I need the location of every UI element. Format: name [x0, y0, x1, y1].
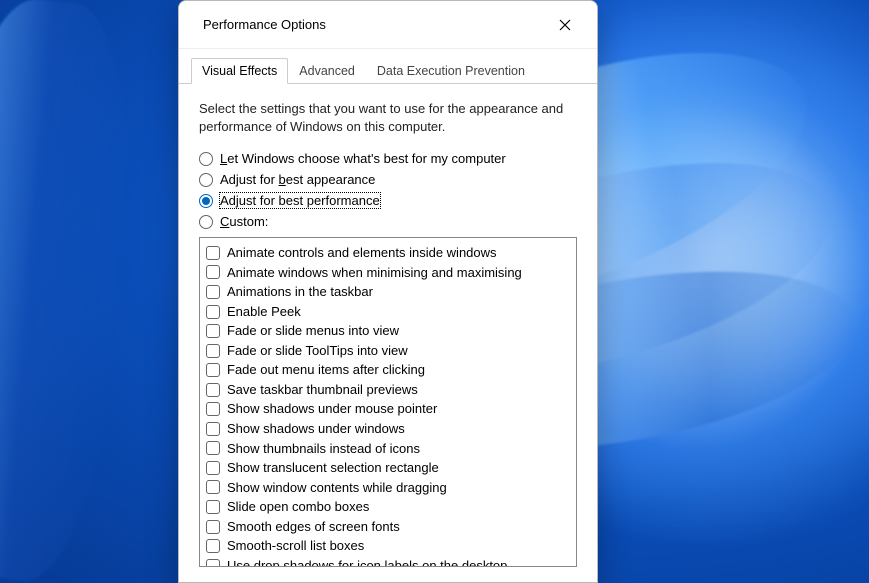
radio-label: Let Windows choose what's best for my co…: [220, 151, 506, 166]
effect-label: Animate windows when minimising and maxi…: [227, 264, 522, 282]
visual-effects-listbox[interactable]: Animate controls and elements inside win…: [199, 237, 577, 567]
effect-label: Smooth-scroll list boxes: [227, 537, 364, 555]
titlebar: Performance Options: [179, 1, 597, 49]
effect-row[interactable]: Show thumbnails instead of icons: [206, 439, 570, 459]
effect-row[interactable]: Smooth edges of screen fonts: [206, 517, 570, 537]
effect-row[interactable]: Fade or slide ToolTips into view: [206, 341, 570, 361]
preset-radio-group: Let Windows choose what's best for my co…: [199, 151, 577, 229]
effect-row[interactable]: Animations in the taskbar: [206, 282, 570, 302]
checkbox: [206, 285, 220, 299]
effect-label: Show shadows under mouse pointer: [227, 400, 437, 418]
radio-indicator: [199, 173, 213, 187]
checkbox: [206, 422, 220, 436]
effect-label: Enable Peek: [227, 303, 301, 321]
tab-label: Data Execution Prevention: [377, 64, 525, 78]
tab-label: Advanced: [299, 64, 355, 78]
radio-label: Adjust for best appearance: [220, 172, 375, 187]
effect-row[interactable]: Slide open combo boxes: [206, 497, 570, 517]
tab-strip: Visual Effects Advanced Data Execution P…: [179, 49, 597, 84]
effect-row[interactable]: Show window contents while dragging: [206, 478, 570, 498]
tab-advanced[interactable]: Advanced: [288, 58, 366, 84]
effect-label: Animations in the taskbar: [227, 283, 373, 301]
description-text: Select the settings that you want to use…: [199, 100, 577, 135]
tab-data-execution-prevention[interactable]: Data Execution Prevention: [366, 58, 536, 84]
radio-indicator: [199, 152, 213, 166]
radio-indicator: [199, 194, 213, 208]
effect-row[interactable]: Smooth-scroll list boxes: [206, 536, 570, 556]
effect-label: Slide open combo boxes: [227, 498, 369, 516]
close-icon: [559, 19, 571, 31]
checkbox: [206, 480, 220, 494]
effect-row[interactable]: Fade or slide menus into view: [206, 321, 570, 341]
effect-row[interactable]: Enable Peek: [206, 302, 570, 322]
effect-row[interactable]: Show shadows under mouse pointer: [206, 399, 570, 419]
effect-row[interactable]: Use drop shadows for icon labels on the …: [206, 556, 570, 567]
dialog-title: Performance Options: [203, 17, 545, 32]
effect-row[interactable]: Show shadows under windows: [206, 419, 570, 439]
effect-label: Smooth edges of screen fonts: [227, 518, 400, 536]
effect-label: Fade or slide menus into view: [227, 322, 399, 340]
effect-label: Show thumbnails instead of icons: [227, 440, 420, 458]
effect-label: Use drop shadows for icon labels on the …: [227, 557, 507, 567]
checkbox: [206, 500, 220, 514]
checkbox: [206, 461, 220, 475]
close-button[interactable]: [545, 9, 585, 41]
effect-label: Fade out menu items after clicking: [227, 361, 425, 379]
tab-content: Select the settings that you want to use…: [179, 84, 597, 582]
effect-label: Animate controls and elements inside win…: [227, 244, 497, 262]
radio-label: Adjust for best performance: [220, 193, 380, 208]
checkbox: [206, 520, 220, 534]
checkbox: [206, 324, 220, 338]
checkbox: [206, 539, 220, 553]
effect-row[interactable]: Show translucent selection rectangle: [206, 458, 570, 478]
checkbox: [206, 402, 220, 416]
effect-label: Show shadows under windows: [227, 420, 405, 438]
radio-option-2[interactable]: Adjust for best performance: [199, 193, 577, 208]
tab-visual-effects[interactable]: Visual Effects: [191, 58, 288, 84]
effect-label: Show window contents while dragging: [227, 479, 447, 497]
performance-options-dialog: Performance Options Visual Effects Advan…: [178, 0, 598, 583]
checkbox: [206, 305, 220, 319]
checkbox: [206, 363, 220, 377]
radio-option-0[interactable]: Let Windows choose what's best for my co…: [199, 151, 577, 166]
effect-row[interactable]: Save taskbar thumbnail previews: [206, 380, 570, 400]
checkbox: [206, 265, 220, 279]
radio-option-3[interactable]: Custom:: [199, 214, 577, 229]
checkbox: [206, 246, 220, 260]
effect-label: Fade or slide ToolTips into view: [227, 342, 408, 360]
checkbox: [206, 559, 220, 567]
checkbox: [206, 441, 220, 455]
effect-row[interactable]: Fade out menu items after clicking: [206, 360, 570, 380]
effect-row[interactable]: Animate windows when minimising and maxi…: [206, 263, 570, 283]
checkbox: [206, 383, 220, 397]
effect-label: Show translucent selection rectangle: [227, 459, 439, 477]
checkbox: [206, 344, 220, 358]
radio-label: Custom:: [220, 214, 268, 229]
radio-indicator: [199, 215, 213, 229]
radio-option-1[interactable]: Adjust for best appearance: [199, 172, 577, 187]
effect-label: Save taskbar thumbnail previews: [227, 381, 418, 399]
effect-row[interactable]: Animate controls and elements inside win…: [206, 243, 570, 263]
tab-label: Visual Effects: [202, 64, 277, 78]
